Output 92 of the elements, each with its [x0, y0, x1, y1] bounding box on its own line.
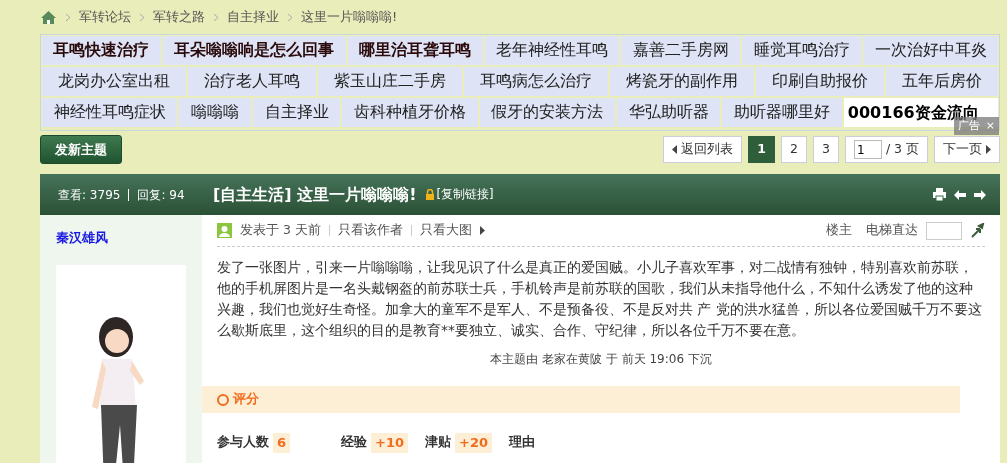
- tag-link[interactable]: 嘉善二手房网: [621, 36, 741, 65]
- tag-text: 助听器哪里好: [734, 101, 831, 123]
- tag-text: 睡觉耳鸣治疗: [753, 39, 850, 61]
- bonus-label: 津贴: [425, 433, 451, 452]
- tag-text: 五年后房价: [902, 70, 982, 92]
- page-jump[interactable]: 1 / 3 页: [844, 136, 928, 163]
- tag-text: 紫玉山庄二手房: [334, 70, 446, 92]
- new-thread-button[interactable]: 发新主题: [40, 135, 122, 164]
- tag-link[interactable]: 耳鸣快速治疗: [42, 36, 161, 65]
- jump-label: 电梯直达: [866, 221, 918, 240]
- tag-text: 嗡嗡嗡: [191, 101, 240, 123]
- tag-link[interactable]: 假牙的安装方法: [479, 98, 616, 127]
- tag-link[interactable]: 耳朵嗡嗡响是怎么回事: [162, 36, 346, 65]
- tag-text: 假牙的安装方法: [491, 101, 604, 123]
- caret-icon: [479, 226, 485, 235]
- tag-text: 嘉善二手房网: [632, 39, 729, 61]
- page-input[interactable]: 1: [853, 140, 882, 159]
- rating-title: 评分: [233, 390, 259, 409]
- breadcrumb-link[interactable]: 军转论坛: [79, 7, 131, 27]
- tag-link[interactable]: 嗡嗡嗡: [179, 98, 251, 127]
- caret-icon: [672, 145, 678, 154]
- page-button[interactable]: 3: [812, 136, 839, 163]
- tag-link[interactable]: 一次治好中耳炎: [863, 36, 998, 65]
- tag-link[interactable]: 齿科种植牙价格: [342, 98, 478, 127]
- breadcrumb-link[interactable]: 军转之路: [153, 7, 205, 27]
- print-icon[interactable]: [933, 188, 946, 201]
- lock-icon: [424, 189, 435, 200]
- tag-link[interactable]: 老年神经性耳鸣: [484, 36, 620, 65]
- chevron-icon: [139, 12, 145, 22]
- tag-link[interactable]: 紫玉山庄二手房: [318, 67, 462, 96]
- chevron-icon: [287, 12, 293, 22]
- experience-label: 经验: [341, 433, 367, 452]
- tag-link[interactable]: 助听器哪里好: [722, 98, 842, 127]
- experience-value: +10: [371, 433, 408, 453]
- post-body: 发了一张图片，引来一片嗡嗡嗡，让我见识了什么是真正的爱国贼。小儿子喜欢军事，对二战情有独钟，特别喜欢前苏联，他的手机屏图片是一名头戴钢盔的前苏联士兵，手机铃声是前苏联的国歌，我们从未指导他什么，不知什么诱发了他的这种兴趣，我们也觉好生奇怪。加拿大的童军不是军人、不是预备役、不是反对共 产 党的洪水猛兽，所以各位爱国贼千万不要这么歇斯底里，这个组织的目的是教育**要独立、诚实、合作、守纪律，所以各位千万不要在意。: [216, 258, 983, 340]
- tag-link[interactable]: 华弘助听器: [617, 98, 721, 127]
- breadcrumb-link[interactable]: 自主择业: [227, 7, 279, 27]
- tag-text: 耳鸣病怎么治疗: [480, 70, 592, 92]
- page-button[interactable]: 2: [780, 136, 807, 163]
- moderation-note: 本主题由 老家在黄陂 于 前天 19:06 下沉: [489, 351, 713, 368]
- tag-link[interactable]: 神经性耳鸣症状: [42, 98, 178, 127]
- reply-count: 回复: 94: [137, 186, 185, 204]
- bonus-value: +20: [455, 433, 492, 453]
- page-total: / 3 页: [885, 140, 919, 159]
- thread-title: [自主生活] 这里一片嗡嗡嗡!: [213, 183, 417, 206]
- floor-label: 楼主: [826, 221, 852, 240]
- large-images-link[interactable]: 只看大图: [419, 221, 472, 240]
- tag-link[interactable]: 治疗老人耳鸣: [188, 67, 316, 96]
- circle-icon: [217, 393, 229, 406]
- user-icon: [217, 223, 232, 238]
- author-name[interactable]: 秦汉雄风: [56, 230, 108, 245]
- tag-text: 印刷自助报价: [772, 70, 868, 92]
- chevron-icon: [213, 12, 219, 22]
- reason-label: 理由: [509, 433, 535, 452]
- tag-link[interactable]: 龙岗办公室出租: [42, 67, 186, 96]
- floor-input[interactable]: [926, 221, 962, 240]
- tag-text: 耳朵嗡嗡响是怎么回事: [174, 39, 335, 61]
- tag-link[interactable]: 哪里治耳聋耳鸣: [347, 36, 483, 65]
- tag-text: 华弘助听器: [628, 101, 709, 123]
- tag-text: 治疗老人耳鸣: [204, 70, 300, 92]
- home-icon[interactable]: [40, 9, 57, 25]
- tag-text: 哪里治耳聋耳鸣: [359, 39, 472, 61]
- tag-link[interactable]: 睡觉耳鸣治疗: [742, 36, 862, 65]
- author-only-link[interactable]: 只看该作者: [337, 221, 403, 240]
- tag-link[interactable]: 烤瓷牙的副作用: [610, 67, 754, 96]
- left-arrow-icon[interactable]: [954, 189, 966, 200]
- breadcrumb-link[interactable]: 这里一片嗡嗡嗡!: [301, 7, 398, 27]
- tag-link[interactable]: 耳鸣病怎么治疗: [464, 67, 608, 96]
- participants-label: 参与人数: [217, 433, 269, 452]
- tag-text: 龙岗办公室出租: [58, 70, 170, 92]
- tag-text: 自主择业: [264, 101, 329, 123]
- tag-link[interactable]: 印刷自助报价: [756, 67, 884, 96]
- tag-link[interactable]: 五年后房价: [886, 67, 998, 96]
- next-page-button[interactable]: 下一页: [934, 136, 1000, 163]
- caret-icon: [986, 145, 991, 154]
- tag-text: 烤瓷牙的副作用: [626, 70, 738, 92]
- tag-text: 一次治好中耳炎: [874, 39, 987, 61]
- tag-text: 老年神经性耳鸣: [496, 39, 608, 61]
- tag-text: 耳鸣快速治疗: [53, 39, 150, 61]
- separator-line: [128, 188, 130, 201]
- tag-text: 齿科种植牙价格: [353, 101, 466, 123]
- post-time: 发表于 3 天前: [240, 221, 321, 240]
- tag-text: 神经性耳鸣症状: [53, 101, 166, 123]
- jump-icon[interactable]: [970, 223, 985, 238]
- back-to-list-button[interactable]: 返回列表: [663, 136, 743, 163]
- chevron-icon: [65, 12, 71, 22]
- tag-link[interactable]: 自主择业: [252, 98, 341, 127]
- copy-link[interactable]: [复制链接]: [436, 185, 494, 204]
- page-button[interactable]: 1: [748, 136, 775, 163]
- participants-count: 6: [273, 433, 291, 453]
- right-arrow-icon[interactable]: [974, 189, 986, 200]
- view-count: 查看: 3795: [58, 186, 121, 204]
